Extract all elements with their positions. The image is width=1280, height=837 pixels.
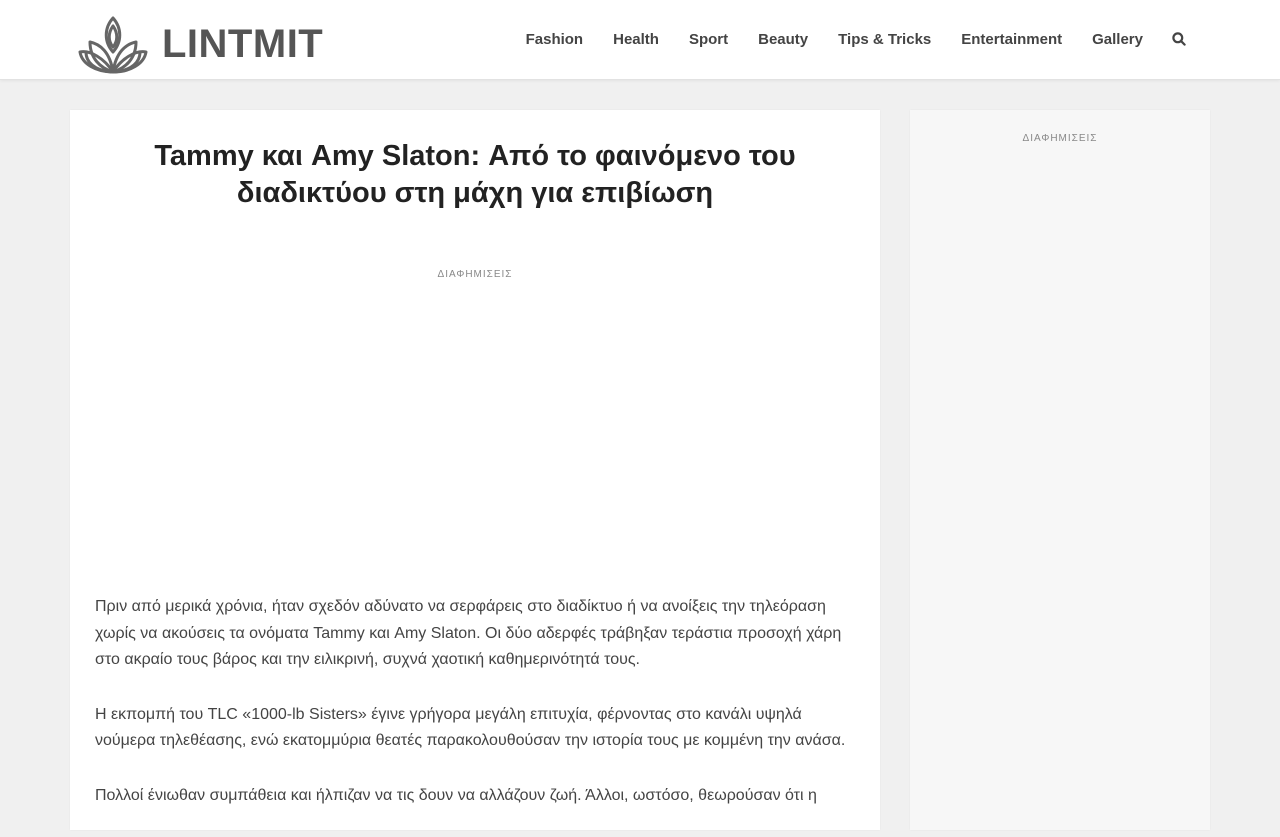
article-paragraph: Πριν από μερικά χρόνια, ήταν σχεδόν αδύν… — [95, 598, 842, 668]
lotus-icon — [78, 16, 148, 74]
logo-text: LINTMIT — [162, 22, 324, 66]
nav-item-entertainment[interactable]: Entertainment — [946, 31, 1077, 48]
sidebar-ad-label: ΔΙΑΦΗΜΙΣΕΙΣ — [1022, 133, 1098, 144]
article-title-line-1: Tammy και Amy Slaton: Από το φαινόμενο τ… — [154, 140, 796, 172]
article-ad-label: ΔΙΑΦΗΜΙΣΕΙΣ — [437, 269, 513, 280]
nav-item-health[interactable]: Health — [598, 31, 674, 48]
article-title: Tammy και Amy Slaton: Από το φαινόμενο τ… — [110, 138, 840, 212]
search-button[interactable] — [1158, 32, 1202, 46]
article-card: Tammy και Amy Slaton: Από το φαινόμενο τ… — [70, 110, 880, 830]
nav-item-sport[interactable]: Sport — [674, 31, 743, 48]
nav-item-beauty[interactable]: Beauty — [743, 31, 823, 48]
article-ad-slot — [95, 290, 855, 575]
nav-item-tips-tricks[interactable]: Tips & Tricks — [823, 31, 946, 48]
article-paragraph: Η εκπομπή του TLC «1000-lb Sisters» έγιν… — [95, 705, 846, 750]
site-header: LINTMIT Fashion Health Sport Beauty Tips… — [0, 0, 1280, 80]
search-icon — [1172, 32, 1186, 46]
nav-item-gallery[interactable]: Gallery — [1077, 31, 1158, 48]
article-body: Πριν από μερικά χρόνια, ήταν σχεδόν αδύν… — [95, 594, 855, 837]
main-nav: Fashion Health Sport Beauty Tips & Trick… — [511, 0, 1202, 78]
site-logo[interactable]: LINTMIT — [78, 14, 323, 74]
article-paragraph: Πολλοί ένιωθαν συμπάθεια και ήλπιζαν να … — [95, 786, 817, 804]
nav-item-fashion[interactable]: Fashion — [511, 31, 599, 48]
sidebar: ΔΙΑΦΗΜΙΣΕΙΣ — [910, 110, 1210, 830]
article-title-line-2: διαδικτύου στη μάχη για επιβίωση — [236, 177, 714, 209]
